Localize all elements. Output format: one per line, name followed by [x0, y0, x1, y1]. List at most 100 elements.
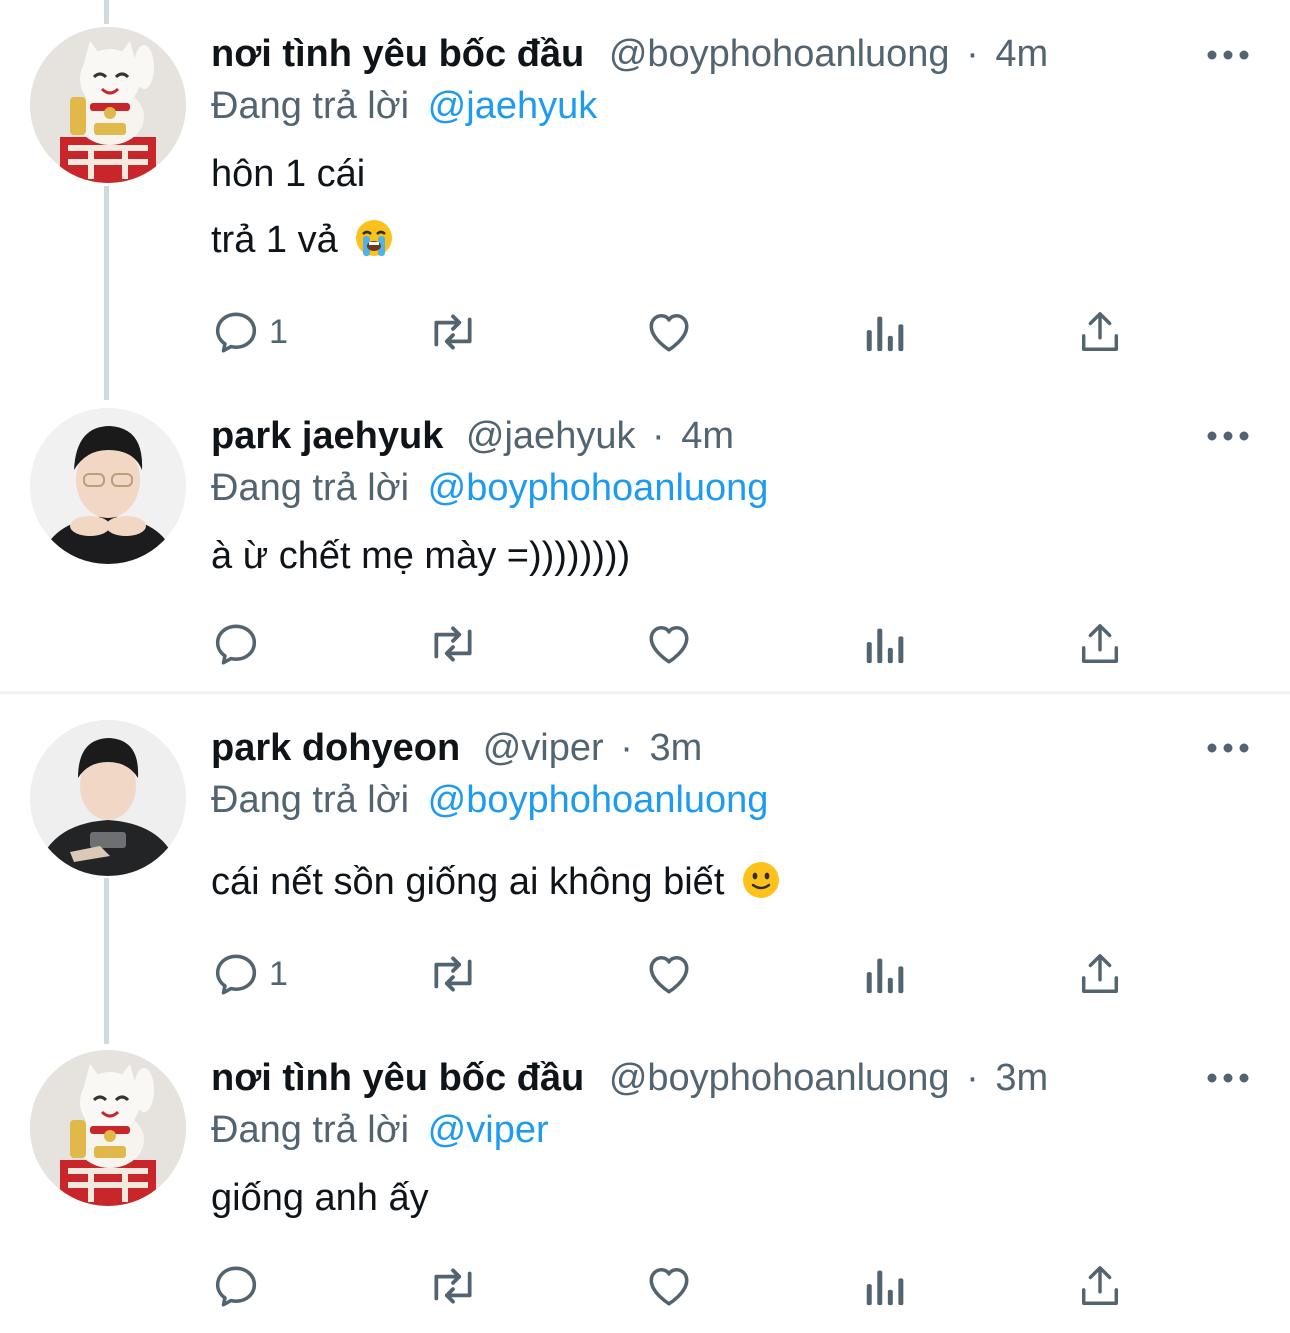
like-button[interactable]	[643, 306, 695, 358]
reply-mention[interactable]: @jaehyuk	[428, 85, 598, 127]
lucky-cat-avatar	[30, 1050, 186, 1206]
reply-context: Đang trả lời @boyphohoanluong	[211, 462, 768, 514]
tweet-actions	[211, 618, 1141, 670]
retweet-button[interactable]	[425, 1260, 481, 1312]
reply-count: 1	[269, 954, 288, 993]
views-button[interactable]	[861, 1260, 907, 1312]
share-button[interactable]	[1077, 1260, 1123, 1312]
tweet-actions: 1	[211, 306, 1141, 358]
retweet-icon	[434, 1268, 472, 1304]
reply-mention[interactable]: @boyphohoanluong	[428, 467, 769, 509]
tweet-header: nơi tình yêu bốc đầu @boyphohoanluong · …	[211, 28, 1048, 80]
reply-prefix: Đang trả lời	[211, 779, 410, 821]
tweet-actions	[211, 1260, 1141, 1312]
like-icon	[649, 625, 689, 664]
display-name[interactable]: nơi tình yêu bốc đầu	[211, 33, 584, 75]
reply-button[interactable]: 1	[211, 948, 288, 1000]
separator: ·	[620, 727, 633, 769]
reply-prefix: Đang trả lời	[211, 1109, 410, 1151]
reply-icon	[215, 1266, 257, 1307]
user-handle[interactable]: @boyphohoanluong	[609, 1057, 950, 1099]
tweet-header: park dohyeon @viper · 3m	[211, 722, 702, 774]
tweet[interactable]: nơi tình yêu bốc đầu @boyphohoanluong · …	[0, 0, 1290, 390]
share-icon	[1081, 312, 1119, 351]
more-icon[interactable]	[1206, 1068, 1250, 1088]
separator: ·	[966, 1057, 979, 1099]
timestamp[interactable]: 3m	[995, 1057, 1048, 1099]
tweet-header: nơi tình yêu bốc đầu @boyphohoanluong · …	[211, 1052, 1048, 1104]
reply-button[interactable]: 1	[211, 306, 288, 358]
user-handle[interactable]: @viper	[483, 727, 604, 769]
views-button[interactable]	[861, 948, 907, 1000]
reply-mention[interactable]: @viper	[428, 1109, 549, 1151]
avatar[interactable]	[30, 720, 186, 876]
user-handle[interactable]: @boyphohoanluong	[609, 33, 950, 75]
retweet-button[interactable]	[425, 306, 481, 358]
reply-icon	[215, 954, 257, 995]
reply-prefix: Đang trả lời	[211, 467, 410, 509]
avatar[interactable]	[30, 1050, 186, 1206]
share-icon	[1081, 1266, 1119, 1305]
views-button[interactable]	[861, 618, 907, 670]
tweet-text: hôn 1 cái	[211, 148, 365, 200]
reply-button[interactable]	[211, 1260, 269, 1312]
avatar[interactable]	[30, 27, 186, 183]
reply-context: Đang trả lời @boyphohoanluong	[211, 774, 768, 826]
like-icon	[649, 955, 689, 994]
separator: ·	[652, 415, 665, 457]
tweet-text-line: à ừ chết mẹ mày =))))))))	[211, 535, 631, 577]
timestamp[interactable]: 4m	[681, 415, 734, 457]
retweet-button[interactable]	[425, 618, 481, 670]
views-icon	[866, 1270, 904, 1306]
like-icon	[649, 313, 689, 352]
retweet-icon	[434, 956, 472, 992]
like-button[interactable]	[643, 618, 695, 670]
tweet-text-line: giống anh ấy	[211, 1177, 429, 1219]
like-icon	[649, 1267, 689, 1306]
tweet-header: park jaehyuk @jaehyuk · 4m	[211, 410, 734, 462]
reply-icon	[215, 312, 257, 353]
views-icon	[866, 316, 904, 352]
share-button[interactable]	[1077, 306, 1123, 358]
tweet-text: cái nết sồn giống ai không biết	[211, 856, 781, 908]
person-avatar	[30, 720, 186, 876]
share-button[interactable]	[1077, 618, 1123, 670]
reply-context: Đang trả lời @jaehyuk	[211, 80, 597, 132]
more-icon[interactable]	[1206, 45, 1250, 65]
like-button[interactable]	[643, 1260, 695, 1312]
user-handle[interactable]: @jaehyuk	[466, 415, 636, 457]
tweet[interactable]: nơi tình yêu bốc đầu @boyphohoanluong · …	[0, 1024, 1290, 1333]
timestamp[interactable]: 4m	[995, 33, 1048, 75]
reply-button[interactable]	[211, 618, 269, 670]
views-icon	[866, 628, 904, 664]
more-icon[interactable]	[1206, 738, 1250, 758]
views-icon	[866, 958, 904, 994]
reply-mention[interactable]: @boyphohoanluong	[428, 779, 769, 821]
timestamp[interactable]: 3m	[649, 727, 702, 769]
tweet-text: giống anh ấy	[211, 1172, 429, 1224]
lucky-cat-avatar	[30, 27, 186, 183]
tweet-text: trả 1 vả	[211, 214, 394, 266]
reply-context: Đang trả lời @viper	[211, 1104, 549, 1156]
tweet[interactable]: park jaehyuk @jaehyuk · 4m Đang trả lời …	[0, 390, 1290, 692]
retweet-button[interactable]	[425, 948, 481, 1000]
more-icon[interactable]	[1206, 426, 1250, 446]
slightly-smiling-face-icon	[742, 862, 779, 898]
views-button[interactable]	[861, 306, 907, 358]
like-button[interactable]	[643, 948, 695, 1000]
share-icon	[1081, 954, 1119, 993]
separator: ·	[966, 33, 979, 75]
retweet-icon	[434, 314, 472, 350]
display-name[interactable]: park jaehyuk	[211, 415, 443, 457]
tweet-actions: 1	[211, 948, 1141, 1000]
loudly-crying-face-icon	[356, 220, 393, 256]
share-button[interactable]	[1077, 948, 1123, 1000]
avatar[interactable]	[30, 408, 186, 564]
tweet[interactable]: park dohyeon @viper · 3m Đang trả lời @b…	[0, 694, 1290, 1024]
display-name[interactable]: park dohyeon	[211, 727, 460, 769]
tweet-text-line: trả 1 vả	[211, 219, 338, 261]
reply-prefix: Đang trả lời	[211, 85, 410, 127]
display-name[interactable]: nơi tình yêu bốc đầu	[211, 1057, 584, 1099]
tweet-text: à ừ chết mẹ mày =))))))))	[211, 530, 630, 582]
retweet-icon	[434, 626, 472, 662]
